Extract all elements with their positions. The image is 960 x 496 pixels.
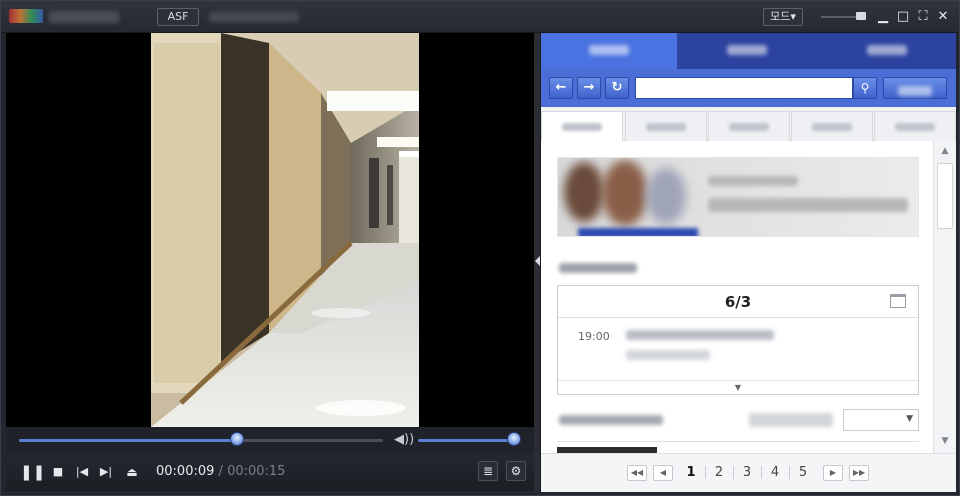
current-time: 00:00:09 xyxy=(156,464,215,479)
time-separator: / xyxy=(218,464,223,479)
maximize-icon[interactable]: □ xyxy=(895,9,911,25)
subtab-4[interactable] xyxy=(791,111,873,141)
scroll-thumb[interactable] xyxy=(937,163,953,229)
playback-controls: ❚❚ ■ |◀ ▶| ⏏ 00:00:09 / 00:00:15 ≣ ⚙ xyxy=(6,453,534,491)
sort-select[interactable]: ▼ xyxy=(843,409,919,431)
schedule-time: 19:00 xyxy=(578,330,610,343)
settings-icon[interactable]: ⚙ xyxy=(506,461,526,481)
home-button[interactable] xyxy=(883,77,947,99)
panel-tab-bar xyxy=(541,33,956,69)
total-time: 00:00:15 xyxy=(227,464,286,479)
panel-tab-3[interactable] xyxy=(817,33,956,69)
time-display: 00:00:09 / 00:00:15 xyxy=(156,464,285,479)
panel-content: 6/3 19:00 ▼ ▼ xyxy=(541,141,933,453)
subtab-2[interactable] xyxy=(625,111,707,141)
playlist-icon[interactable]: ≣ xyxy=(478,461,498,481)
subtab-5[interactable] xyxy=(874,111,956,141)
video-display[interactable] xyxy=(6,33,534,427)
back-icon[interactable]: ← xyxy=(549,77,573,99)
panel-tab-2[interactable] xyxy=(677,33,817,69)
player-window: ASF 모드▾ ▁ □ ⛶ ✕ ◀)) ❚❚ ■ |◀ ▶| ⏏ 00:00:0… xyxy=(0,0,960,496)
seek-bar-row: ◀)) xyxy=(6,427,534,453)
file-title-blurred xyxy=(209,12,299,22)
last-page-icon[interactable]: ▶▶ xyxy=(849,465,869,481)
expand-chevron-icon[interactable]: ▼ xyxy=(558,380,918,394)
scroll-down-icon[interactable]: ▼ xyxy=(937,433,953,449)
prev-page-icon[interactable]: ◀ xyxy=(653,465,673,481)
forward-icon[interactable]: → xyxy=(577,77,601,99)
mode-button[interactable]: 모드▾ xyxy=(763,8,803,26)
previous-icon[interactable]: |◀ xyxy=(72,462,92,482)
minimize-icon[interactable]: ▁ xyxy=(875,9,891,25)
page-1[interactable]: 1 xyxy=(683,465,699,481)
app-logo xyxy=(9,9,43,23)
format-badge[interactable]: ASF xyxy=(157,8,199,26)
schedule-event-blurred[interactable] xyxy=(626,330,774,340)
filter-checkbox-blurred[interactable] xyxy=(749,413,833,427)
scroll-up-icon[interactable]: ▲ xyxy=(937,143,953,159)
schedule-card: 6/3 19:00 ▼ xyxy=(557,285,919,395)
fullscreen-icon[interactable]: ⛶ xyxy=(915,9,931,25)
video-frame xyxy=(151,33,419,427)
app-title-blurred xyxy=(49,11,119,23)
chevron-down-icon: ▼ xyxy=(906,414,913,424)
page-5[interactable]: 5 xyxy=(795,465,811,481)
sub-tab-bar xyxy=(541,107,956,142)
volume-fill xyxy=(418,439,514,442)
side-browser-panel: ← → ↻ ⚲ 6/3 19:00 ▼ ▼ ▲ ▼ ◀◀ ◀ 1 2 3 4 5… xyxy=(540,33,956,492)
section-title-blurred xyxy=(559,263,637,273)
seek-knob[interactable] xyxy=(230,432,245,446)
page-3[interactable]: 3 xyxy=(739,465,755,481)
first-page-icon[interactable]: ◀◀ xyxy=(627,465,647,481)
volume-knob[interactable] xyxy=(507,432,521,446)
browser-toolbar: ← → ↻ ⚲ xyxy=(541,69,956,107)
refresh-icon[interactable]: ↻ xyxy=(605,77,629,99)
seek-track[interactable] xyxy=(19,439,383,442)
page-2[interactable]: 2 xyxy=(711,465,727,481)
divider xyxy=(557,441,919,442)
panel-tab-1[interactable] xyxy=(541,33,677,69)
pagination: ◀◀ ◀ 1 2 3 4 5 ▶ ▶▶ xyxy=(541,453,956,492)
subtab-1[interactable] xyxy=(541,111,623,142)
title-bar[interactable]: ASF 모드▾ ▁ □ ⛶ ✕ xyxy=(1,1,959,33)
seek-progress-fill xyxy=(19,439,238,442)
next-page-icon[interactable]: ▶ xyxy=(823,465,843,481)
volume-track[interactable] xyxy=(418,439,514,442)
next-icon[interactable]: ▶| xyxy=(96,462,116,482)
search-icon[interactable]: ⚲ xyxy=(853,77,877,99)
opacity-slider-knob[interactable] xyxy=(856,12,866,20)
address-input[interactable] xyxy=(635,77,853,99)
schedule-date: 6/3 xyxy=(558,286,918,318)
close-icon[interactable]: ✕ xyxy=(935,9,951,25)
page-4[interactable]: 4 xyxy=(767,465,783,481)
promo-banner[interactable] xyxy=(557,157,919,237)
speaker-icon[interactable]: ◀)) xyxy=(394,432,414,448)
eject-icon[interactable]: ⏏ xyxy=(122,462,142,482)
schedule-subtitle-blurred xyxy=(626,350,710,360)
subtab-3[interactable] xyxy=(708,111,790,141)
section2-title-blurred xyxy=(559,415,663,425)
calendar-icon[interactable] xyxy=(890,294,906,308)
pause-icon[interactable]: ❚❚ xyxy=(20,462,45,482)
vertical-scrollbar[interactable]: ▲ ▼ xyxy=(933,141,956,453)
stop-icon[interactable]: ■ xyxy=(48,462,68,482)
